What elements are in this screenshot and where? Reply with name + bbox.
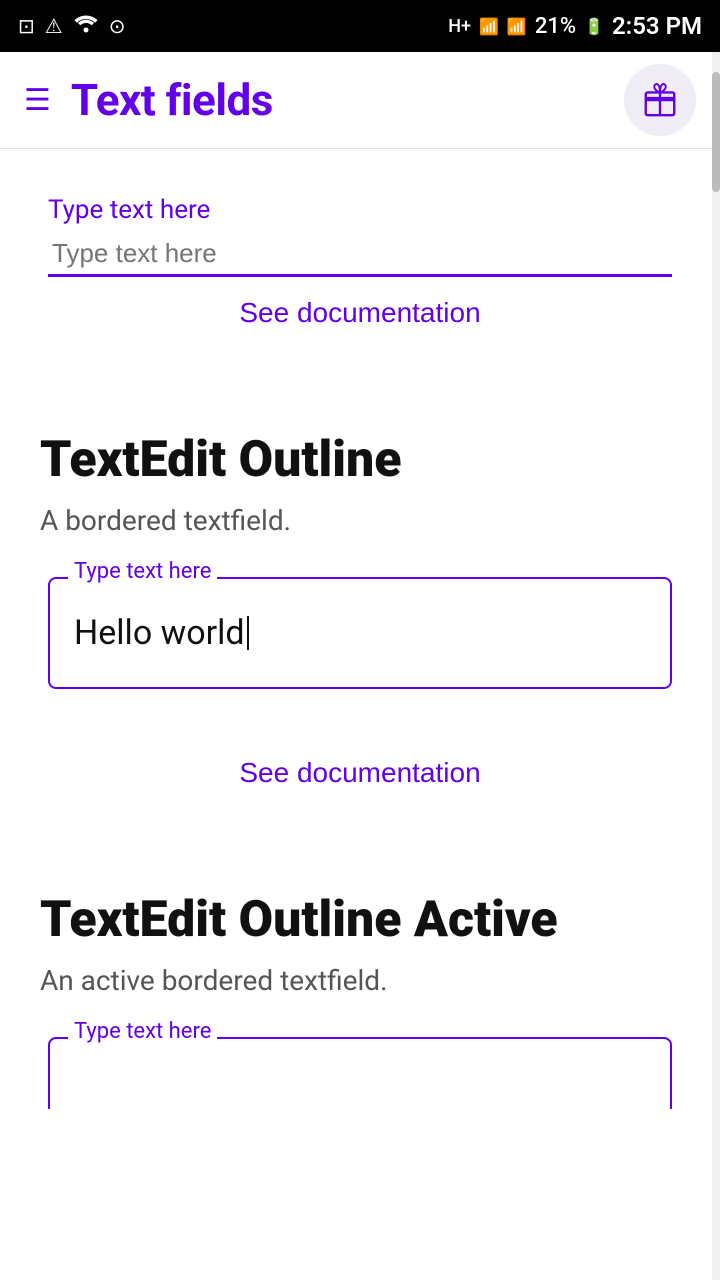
cast-status-icon: ⊙ xyxy=(109,14,126,38)
menu-icon[interactable]: ☰ xyxy=(24,83,51,118)
app-bar-left: ☰ Text fields xyxy=(24,74,273,126)
battery-percent: 21% xyxy=(535,14,576,39)
section-gap-1 xyxy=(0,369,720,401)
battery-icon: 🔋 xyxy=(584,17,604,36)
page-title: Text fields xyxy=(71,74,273,126)
content-area: Type text here See documentation TextEdi… xyxy=(0,149,720,1109)
underline-field-label: Type text here xyxy=(48,195,672,225)
scrollbar-track xyxy=(712,52,720,1280)
section-gap-3 xyxy=(0,829,720,861)
outline-see-documentation-button[interactable]: See documentation xyxy=(40,737,680,797)
outline-active-section-title: TextEdit Outline Active xyxy=(40,893,680,948)
outlined-field-wrapper: Type text here Hello world xyxy=(48,577,672,689)
wifi-status-icon xyxy=(73,14,99,39)
partial-outlined-input[interactable] xyxy=(48,1037,672,1109)
outline-section-description: A bordered textfield. xyxy=(40,504,680,537)
time-display: 2:53 PM xyxy=(612,12,702,40)
underline-field-wrapper: Type text here xyxy=(48,185,672,277)
outline-section: TextEdit Outline A bordered textfield. T… xyxy=(0,401,720,797)
signal-icon: 📶 xyxy=(507,17,527,36)
phone-icon: 📶 xyxy=(479,17,499,36)
warning-status-icon: ⚠ xyxy=(45,14,63,38)
underline-text-input[interactable] xyxy=(48,233,672,277)
outline-section-title: TextEdit Outline xyxy=(40,433,680,488)
partial-outlined-wrapper: Type text here xyxy=(48,1037,672,1109)
scrollbar-thumb[interactable] xyxy=(712,72,720,192)
network-icon: H+ xyxy=(448,16,471,37)
see-documentation-button[interactable]: See documentation xyxy=(48,277,672,337)
outline-active-section: TextEdit Outline Active An active border… xyxy=(0,861,720,1109)
text-cursor xyxy=(247,616,250,650)
outlined-input-display[interactable]: Hello world xyxy=(48,577,672,689)
status-bar-left: ⊡ ⚠ ⊙ xyxy=(18,14,125,39)
status-bar-right: H+ 📶 📶 21% 🔋 2:53 PM xyxy=(448,12,702,40)
app-bar: ☰ Text fields xyxy=(0,52,720,148)
gift-button[interactable] xyxy=(624,64,696,136)
partial-outlined-label: Type text here xyxy=(68,1019,217,1044)
status-bar: ⊡ ⚠ ⊙ H+ 📶 📶 21% 🔋 2:53 PM xyxy=(0,0,720,52)
gift-icon xyxy=(641,81,679,119)
outlined-field-label: Type text here xyxy=(68,559,217,584)
top-field-section: Type text here See documentation xyxy=(0,149,720,369)
outline-active-section-description: An active bordered textfield. xyxy=(40,964,680,997)
image-status-icon: ⊡ xyxy=(18,14,35,38)
section-gap-2 xyxy=(0,797,720,829)
outlined-input-value: Hello world xyxy=(74,613,245,653)
